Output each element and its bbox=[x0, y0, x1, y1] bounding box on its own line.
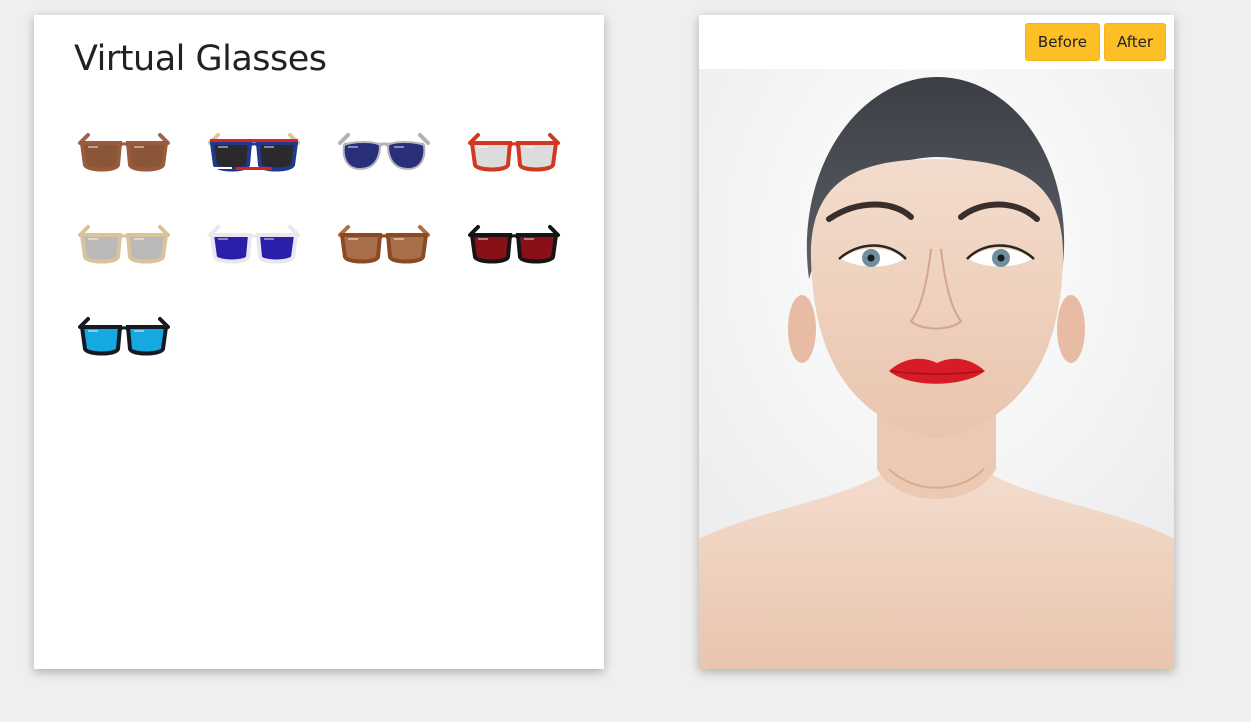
black-red-lens-glasses-icon bbox=[468, 225, 560, 264]
glasses-option-1[interactable] bbox=[72, 111, 176, 199]
glasses-catalog-panel: Virtual Glasses bbox=[34, 15, 604, 669]
glasses-option-7[interactable] bbox=[332, 203, 436, 291]
preview-panel: Before After bbox=[699, 15, 1174, 669]
glasses-grid bbox=[72, 111, 566, 383]
us-flag-glasses-icon bbox=[208, 133, 300, 172]
glasses-option-9[interactable] bbox=[72, 295, 176, 383]
red-frame-clear-glasses-icon bbox=[468, 133, 560, 172]
glasses-option-5[interactable] bbox=[72, 203, 176, 291]
after-button[interactable]: After bbox=[1103, 23, 1166, 61]
navy-aviator-glasses-icon bbox=[338, 133, 430, 171]
page-title: Virtual Glasses bbox=[74, 39, 327, 79]
woman-portrait-icon bbox=[699, 69, 1174, 669]
black-blue-mirror-glasses-icon bbox=[78, 317, 170, 356]
brown-wood-wayfarer-glasses-icon bbox=[78, 133, 170, 172]
before-button[interactable]: Before bbox=[1024, 23, 1100, 61]
glasses-option-4[interactable] bbox=[462, 111, 566, 199]
view-toggle: Before After bbox=[1024, 23, 1166, 61]
glasses-option-8[interactable] bbox=[462, 203, 566, 291]
glasses-option-6[interactable] bbox=[202, 203, 306, 291]
glasses-option-2[interactable] bbox=[202, 111, 306, 199]
tortoise-brown-glasses-icon bbox=[338, 225, 430, 264]
glasses-option-3[interactable] bbox=[332, 111, 436, 199]
white-purple-lens-glasses-icon bbox=[208, 225, 300, 264]
wood-grey-lens-glasses-icon bbox=[78, 225, 170, 264]
